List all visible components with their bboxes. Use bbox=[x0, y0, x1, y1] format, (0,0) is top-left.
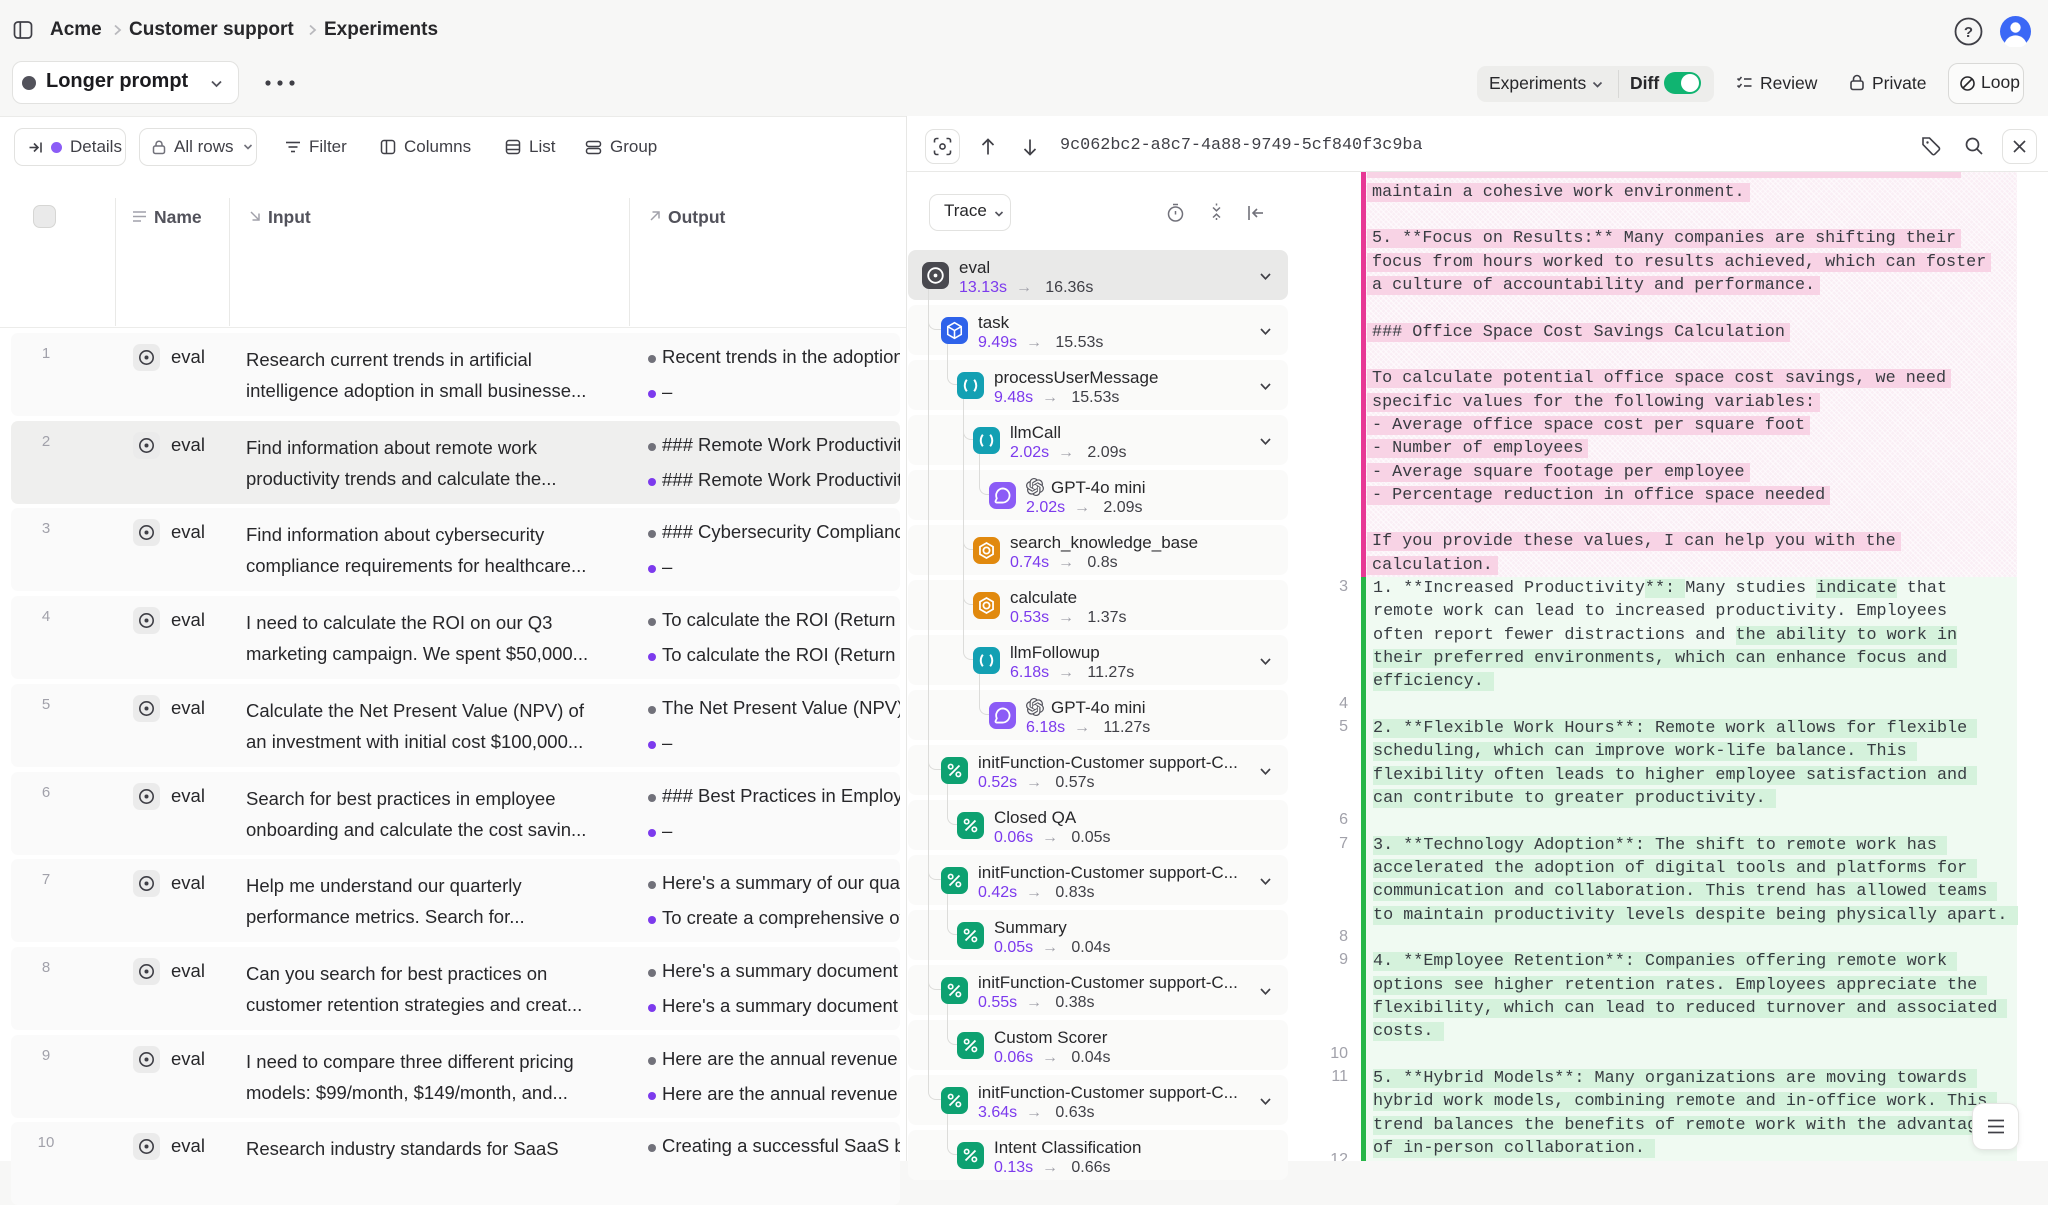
svg-text:?: ? bbox=[1964, 24, 1973, 41]
